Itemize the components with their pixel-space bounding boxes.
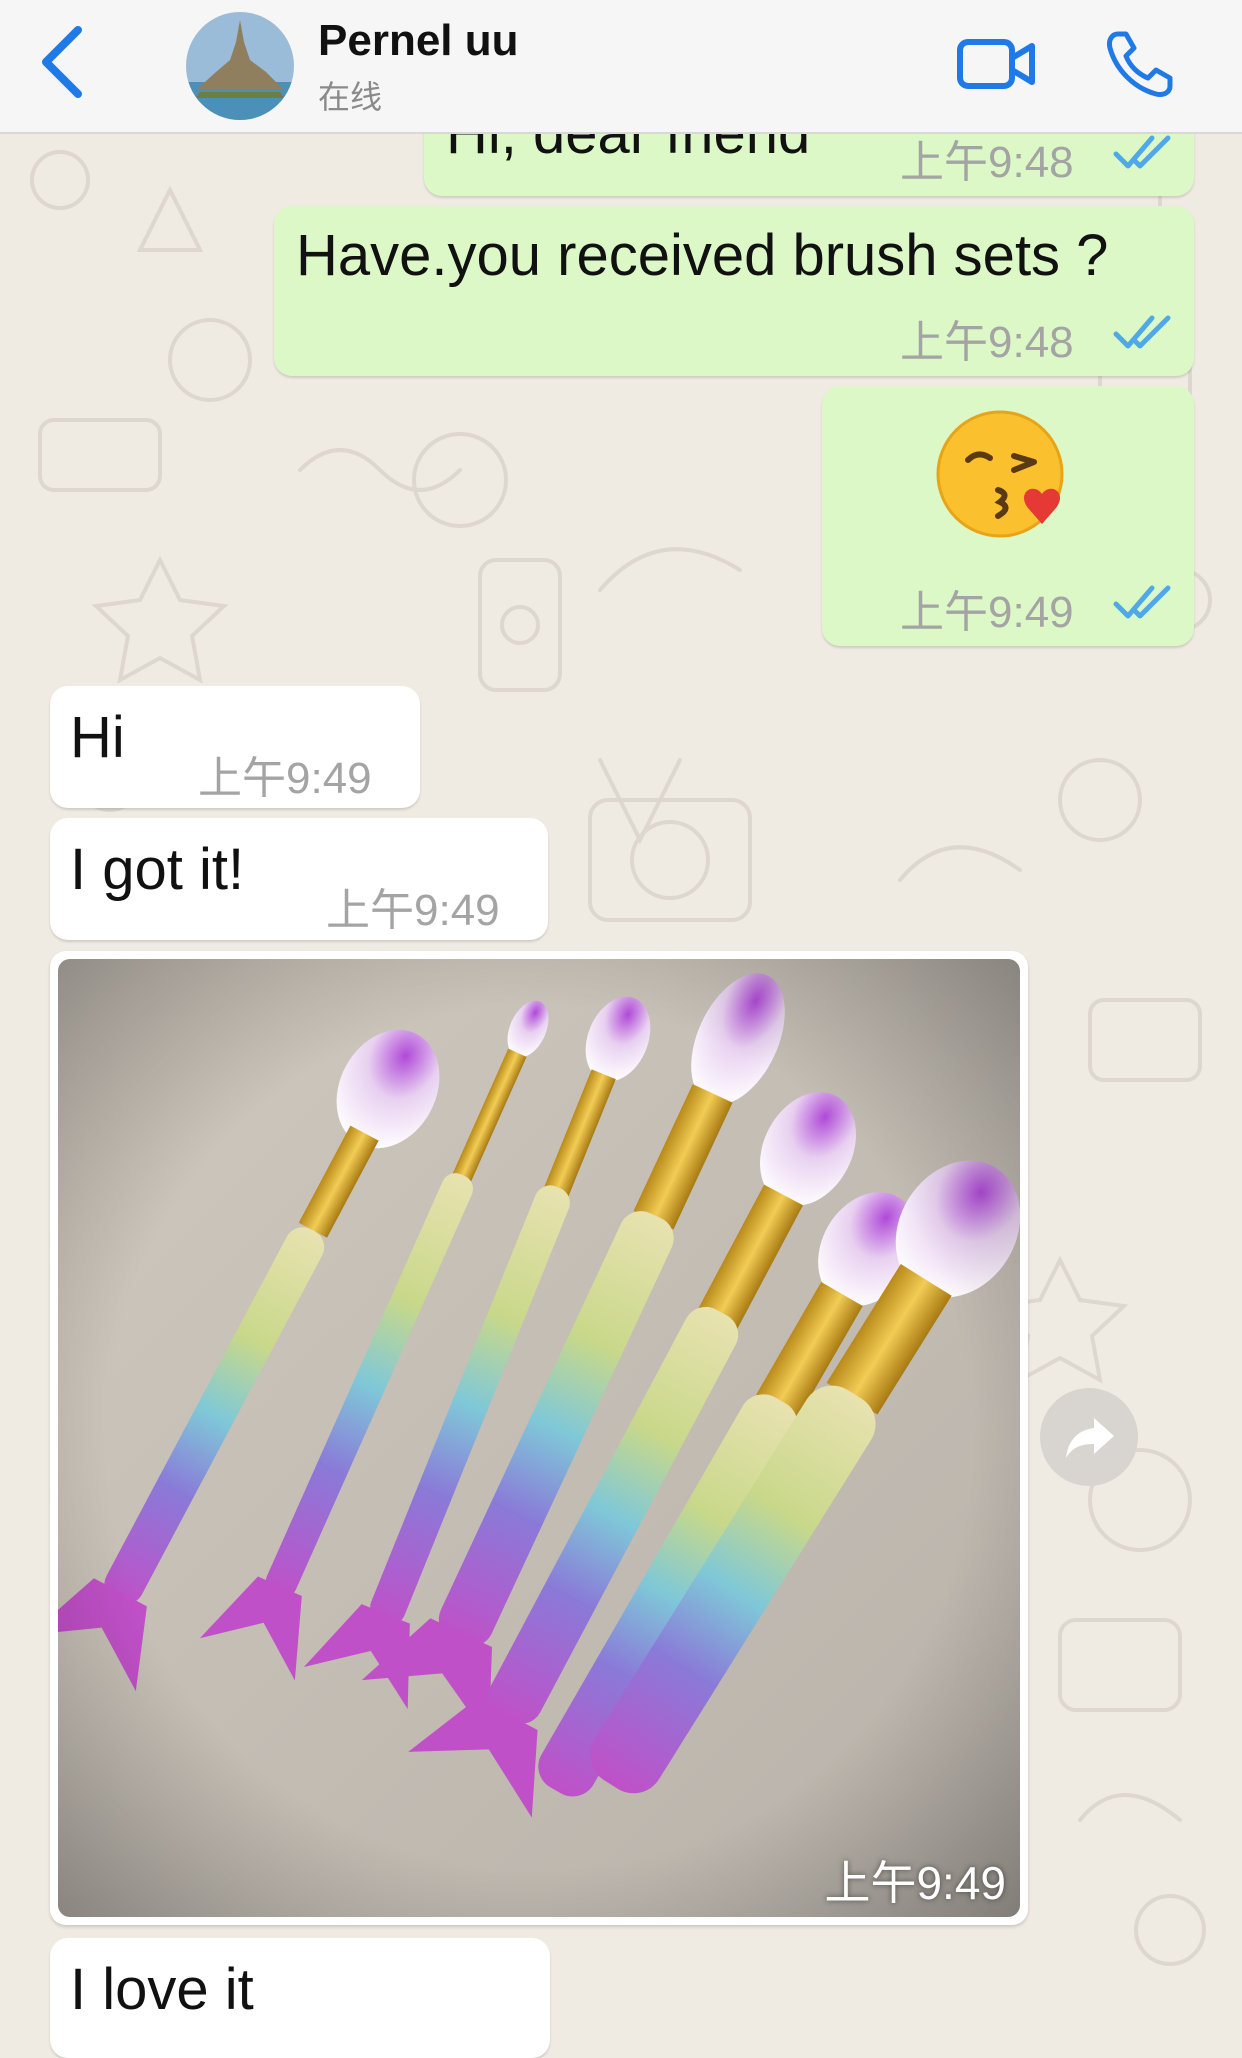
avatar[interactable]	[186, 12, 294, 120]
photo-message[interactable]: 上午9:49	[50, 951, 1028, 1925]
message-text: I love it	[70, 1957, 254, 2022]
phone-icon[interactable]	[1104, 28, 1176, 100]
double-check-icon	[1113, 135, 1171, 169]
message-time: 上午9:49	[900, 588, 1074, 637]
video-camera-icon[interactable]	[956, 32, 1036, 96]
message-text: Have.you received brush sets ?	[296, 223, 1109, 288]
message-bubble-incoming[interactable]: Hi 上午9:49	[50, 686, 420, 808]
message-bubble-incoming[interactable]: I got it! 上午9:49	[50, 818, 548, 940]
kissing-face-emoji	[936, 410, 1064, 538]
message-bubble-incoming[interactable]: I love it	[50, 1938, 550, 2058]
contact-name[interactable]: Pernel uu	[318, 16, 519, 66]
message-text: Hi	[70, 705, 125, 770]
message-bubble-outgoing[interactable]: Have.you received brush sets ? 上午9:48	[274, 206, 1194, 376]
double-check-icon	[1113, 315, 1171, 349]
photo-time: 上午9:49	[824, 1857, 1006, 1909]
message-time: 上午9:48	[900, 318, 1074, 367]
photo-makeup-brushes[interactable]	[58, 959, 1020, 1917]
forward-button[interactable]	[1040, 1388, 1138, 1486]
double-check-icon	[1113, 585, 1171, 619]
message-time: 上午9:48	[900, 138, 1074, 187]
chevron-left-icon[interactable]	[36, 22, 96, 102]
forward-arrow-icon	[1066, 1418, 1114, 1458]
contact-status: 在线	[318, 79, 383, 115]
message-text: I got it!	[70, 837, 245, 902]
message-time: 上午9:49	[326, 886, 500, 935]
chat-header: Pernel uu 在线	[0, 0, 1242, 134]
message-bubble-outgoing[interactable]: 上午9:49	[822, 386, 1194, 646]
message-time: 上午9:49	[198, 754, 372, 803]
